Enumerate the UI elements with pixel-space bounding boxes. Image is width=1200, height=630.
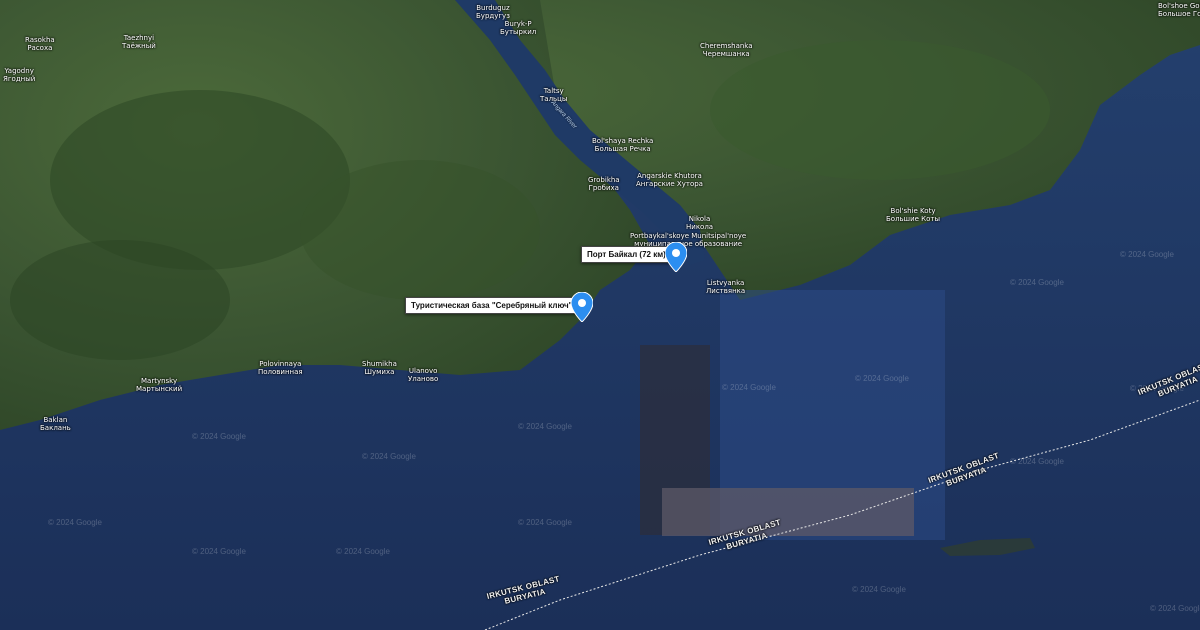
place-bolshaya-rechka: Bol'shaya Rechka Большая Речка [592,137,654,153]
marker-label-serebryany-klyuch[interactable]: Туристическая база "Серебряный ключ" [405,297,579,314]
place-bugurk: Buryk-P Бутыркил [500,20,537,36]
place-baklan: Baklan Баклань [40,416,71,432]
watermark: © 2024 Google [722,383,776,392]
watermark: © 2024 Google [192,547,246,556]
place-shumikha: Shumikha Шумиха [362,360,397,376]
watermark: © 2024 Google [1150,604,1200,613]
place-rasokha: Rasokha Расоха [25,36,55,52]
place-polovinnaya: Polovinnaya Половинная [258,360,303,376]
watermark: © 2024 Google [1010,457,1064,466]
place-ulanovo: Ulanovo Уланово [408,367,439,383]
satellite-map[interactable] [0,0,1200,630]
place-listvyanka: Listvyanka Листвянка [706,279,746,295]
watermark: © 2024 Google [362,452,416,461]
watermark: © 2024 Google [1120,250,1174,259]
place-martynsky: Martynsky Мартынский [136,377,183,393]
watermark: © 2024 Google [518,518,572,527]
place-yagodny: Yagodny Ягодный [3,67,36,83]
place-burduguz: Burduguz Бурдугуз [476,4,510,20]
watermark: © 2024 Google [1010,278,1064,287]
marker-label-port-baikal[interactable]: Порт Байкал (72 км) [581,246,672,263]
watermark: © 2024 Google [852,585,906,594]
watermark: © 2024 Google [336,547,390,556]
place-cheremshanka: Cheremshanka Черемшанка [700,42,753,58]
place-nikola: Nikola Никола [686,215,714,231]
place-grobikha: Grobikha Гробиха [588,176,620,192]
forest-patch [710,40,1050,180]
image-tile [662,488,914,536]
forest-patch [10,240,230,360]
place-bolshie-koty: Bol'shie Koty Большие Коты [886,207,941,223]
forest-patch [300,160,540,300]
map-pin-icon[interactable] [665,242,687,272]
map-pin-icon[interactable] [571,292,593,322]
watermark: © 2024 Google [48,518,102,527]
place-angarskie: Angarskie Khutora Ангарские Хутора [636,172,703,188]
place-taezhnyi: Taezhnyi Таёжный [122,34,156,50]
place-bolshoe-goloustnoe: Bol'shoe GoloustnoeБольшое Голоустное [1158,2,1200,18]
watermark: © 2024 Google [518,422,572,431]
watermark: © 2024 Google [855,374,909,383]
watermark: © 2024 Google [192,432,246,441]
